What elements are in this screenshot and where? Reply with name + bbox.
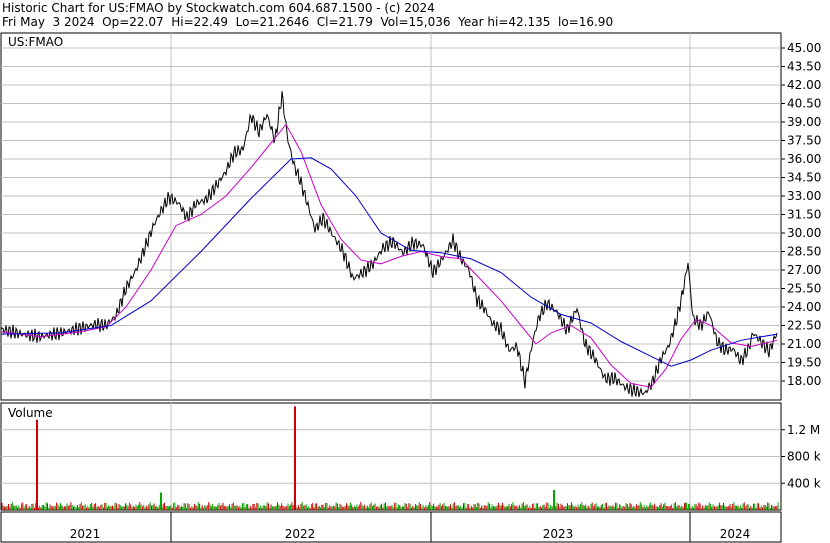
price-tick-label: 40.50 [787, 97, 821, 111]
date-axis-panel [0, 511, 782, 543]
price-tick-label: 34.50 [787, 171, 821, 185]
date-axis-label: 2021 [70, 527, 101, 541]
date-axis-label: 2024 [720, 527, 751, 541]
volume-tick-label: 800 k [787, 450, 821, 464]
price-tick-label: 31.50 [787, 208, 821, 222]
volume-tick-label: 1.2 M [787, 423, 820, 437]
price-tick-label: 27.00 [787, 263, 821, 277]
price-tick-label: 21.00 [787, 337, 821, 351]
price-tick-label: 42.00 [787, 78, 821, 92]
price-tick-label: 30.00 [787, 226, 821, 240]
price-tick-label: 39.00 [787, 115, 821, 129]
price-tick-label: 18.00 [787, 374, 821, 388]
price-tick-label: 33.00 [787, 189, 821, 203]
price-tick-label: 45.00 [787, 41, 821, 55]
price-tick-label: 19.50 [787, 356, 821, 370]
price-tick-label: 24.00 [787, 300, 821, 314]
price-tick-label: 25.50 [787, 282, 821, 296]
volume-tick-label: 400 k [787, 476, 821, 490]
price-panel [0, 32, 782, 401]
price-panel-title: US:FMAO [8, 35, 63, 49]
price-tick-label: 28.50 [787, 245, 821, 259]
stock-chart: 45.00 43.50 42.00 40.50 39.00 37.50 36.00 34.50… [0, 32, 821, 543]
price-tick-label: 43.50 [787, 60, 821, 74]
date-axis-label: 2023 [543, 527, 574, 541]
price-tick-label: 36.00 [787, 152, 821, 166]
volume-axis: 1.2 M 800 k 400 k [781, 423, 821, 490]
price-tick-label: 22.50 [787, 319, 821, 333]
date-axis-label: 2022 [285, 527, 316, 541]
price-axis: 45.00 43.50 42.00 40.50 39.00 37.50 36.00 34.50… [781, 41, 821, 388]
price-tick-label: 37.50 [787, 134, 821, 148]
volume-panel-title: Volume [8, 406, 53, 420]
